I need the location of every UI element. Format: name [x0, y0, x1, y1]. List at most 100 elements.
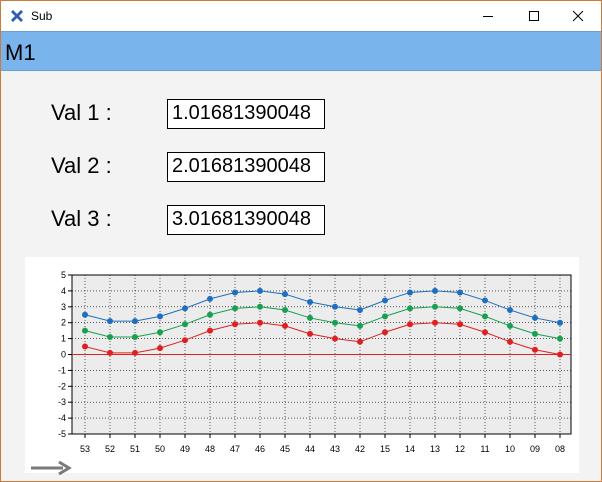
x-tick-label: 13	[430, 444, 440, 454]
y-tick-label: 2	[61, 318, 66, 328]
data-point	[232, 321, 238, 328]
data-point	[257, 287, 263, 294]
data-point	[232, 289, 238, 296]
data-point	[432, 303, 438, 310]
data-point	[207, 327, 213, 334]
val-2-field[interactable]: 2.01681390048	[167, 152, 325, 182]
data-point	[182, 321, 188, 328]
maximize-icon	[529, 11, 539, 21]
x-tick-label: 11	[480, 444, 489, 454]
app-icon	[11, 10, 23, 22]
x-tick-label: 46	[255, 444, 265, 454]
y-tick-label: 5	[61, 270, 66, 280]
data-point	[182, 337, 188, 344]
data-point	[357, 306, 363, 313]
minimize-button[interactable]	[465, 1, 511, 31]
banner-title: M1	[5, 40, 36, 65]
data-point	[282, 306, 288, 313]
data-point	[107, 334, 113, 341]
data-point	[507, 338, 513, 345]
y-tick-label: 3	[61, 302, 66, 312]
data-point	[257, 303, 263, 310]
data-point	[132, 318, 138, 325]
data-point	[232, 305, 238, 312]
data-point	[457, 321, 463, 328]
data-point	[207, 311, 213, 318]
val-3-label: Val 3 :	[51, 206, 112, 231]
x-tick-label: 43	[330, 444, 340, 454]
x-tick-label: 14	[405, 444, 415, 454]
data-point	[457, 305, 463, 312]
x-tick-label: 15	[380, 444, 390, 454]
data-point	[507, 322, 513, 329]
x-tick-label: 44	[305, 444, 315, 454]
data-point	[182, 305, 188, 312]
x-tick-label: 52	[105, 444, 115, 454]
y-tick-label: 4	[61, 286, 66, 296]
val-1-label: Val 1 :	[51, 100, 112, 125]
x-tick-label: 49	[180, 444, 190, 454]
right-arrow-icon[interactable]	[29, 460, 73, 476]
window-title: Sub	[31, 9, 53, 23]
x-tick-label: 53	[80, 444, 90, 454]
x-tick-label: 09	[530, 444, 540, 454]
x-tick-label: 47	[230, 444, 240, 454]
y-tick-label: -3	[58, 397, 66, 407]
x-tick-label: 10	[505, 444, 515, 454]
data-point	[207, 295, 213, 302]
val-1-field[interactable]: 1.01681390048	[167, 99, 325, 129]
data-point	[132, 334, 138, 341]
data-point	[157, 329, 163, 336]
close-icon	[572, 10, 584, 22]
x-tick-label: 45	[280, 444, 290, 454]
minimize-icon	[483, 16, 493, 17]
data-point	[432, 287, 438, 294]
data-point	[482, 329, 488, 336]
y-tick-label: 1	[61, 334, 66, 344]
data-point	[357, 338, 363, 345]
x-tick-label: 42	[355, 444, 365, 454]
data-point	[82, 311, 88, 318]
data-point	[557, 319, 563, 326]
x-tick-label: 48	[205, 444, 215, 454]
close-button[interactable]	[555, 1, 601, 31]
data-point	[82, 327, 88, 334]
x-tick-label: 12	[455, 444, 465, 454]
data-point	[557, 351, 563, 358]
data-point	[407, 289, 413, 296]
window: Sub M1 Val 1 : 1.01681390048 Val 2 : 2.0…	[0, 0, 602, 482]
data-point	[107, 318, 113, 325]
data-point	[282, 291, 288, 298]
data-point	[482, 313, 488, 320]
data-point	[332, 319, 338, 326]
data-point	[107, 349, 113, 356]
data-point	[157, 313, 163, 320]
data-point	[457, 289, 463, 296]
title-bar: Sub	[1, 1, 601, 31]
data-point	[307, 299, 313, 306]
data-point	[382, 297, 388, 304]
data-point	[532, 314, 538, 321]
data-point	[407, 305, 413, 312]
val-2-label: Val 2 :	[51, 153, 112, 178]
chart-panel: 5 4 3 2 1 0 -1 -2 -3 -4 -5 53 52 51 50 49 48 47 46 45 44 43 42…	[25, 257, 579, 473]
data-point	[432, 319, 438, 326]
data-point	[507, 306, 513, 313]
data-point	[532, 346, 538, 353]
data-point	[132, 349, 138, 356]
maximize-button[interactable]	[511, 1, 557, 31]
x-tick-label: 51	[130, 444, 140, 454]
header-banner: M1	[1, 31, 601, 71]
data-point	[407, 321, 413, 328]
data-point	[532, 330, 538, 337]
y-tick-label: -5	[58, 429, 66, 439]
data-point	[157, 345, 163, 352]
val-3-field[interactable]: 3.01681390048	[167, 205, 325, 235]
data-point	[307, 314, 313, 321]
data-point	[282, 322, 288, 329]
data-point	[382, 313, 388, 320]
y-tick-label: -2	[58, 381, 66, 391]
y-tick-label: -4	[58, 413, 66, 423]
data-point	[557, 335, 563, 342]
line-chart: 543210-1-2-3-4-553 52 51 50 49 48 47 46 45 44 43 42…	[58, 270, 572, 454]
